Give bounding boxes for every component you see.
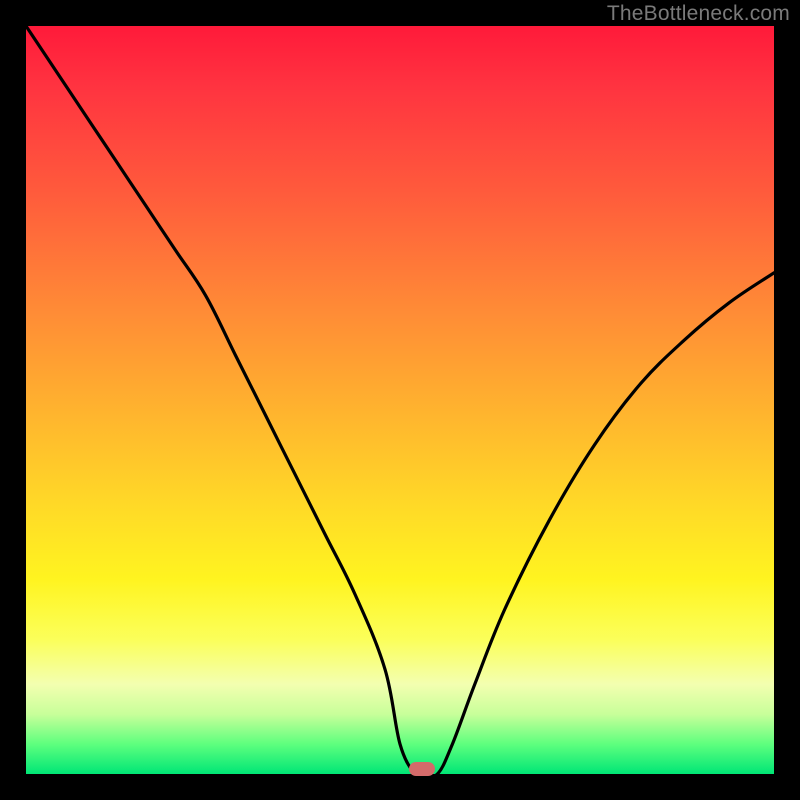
minimum-marker (409, 762, 435, 776)
bottleneck-curve (26, 26, 774, 774)
chart-frame: TheBottleneck.com (0, 0, 800, 800)
attribution-text: TheBottleneck.com (607, 2, 790, 26)
plot-area (26, 26, 774, 774)
